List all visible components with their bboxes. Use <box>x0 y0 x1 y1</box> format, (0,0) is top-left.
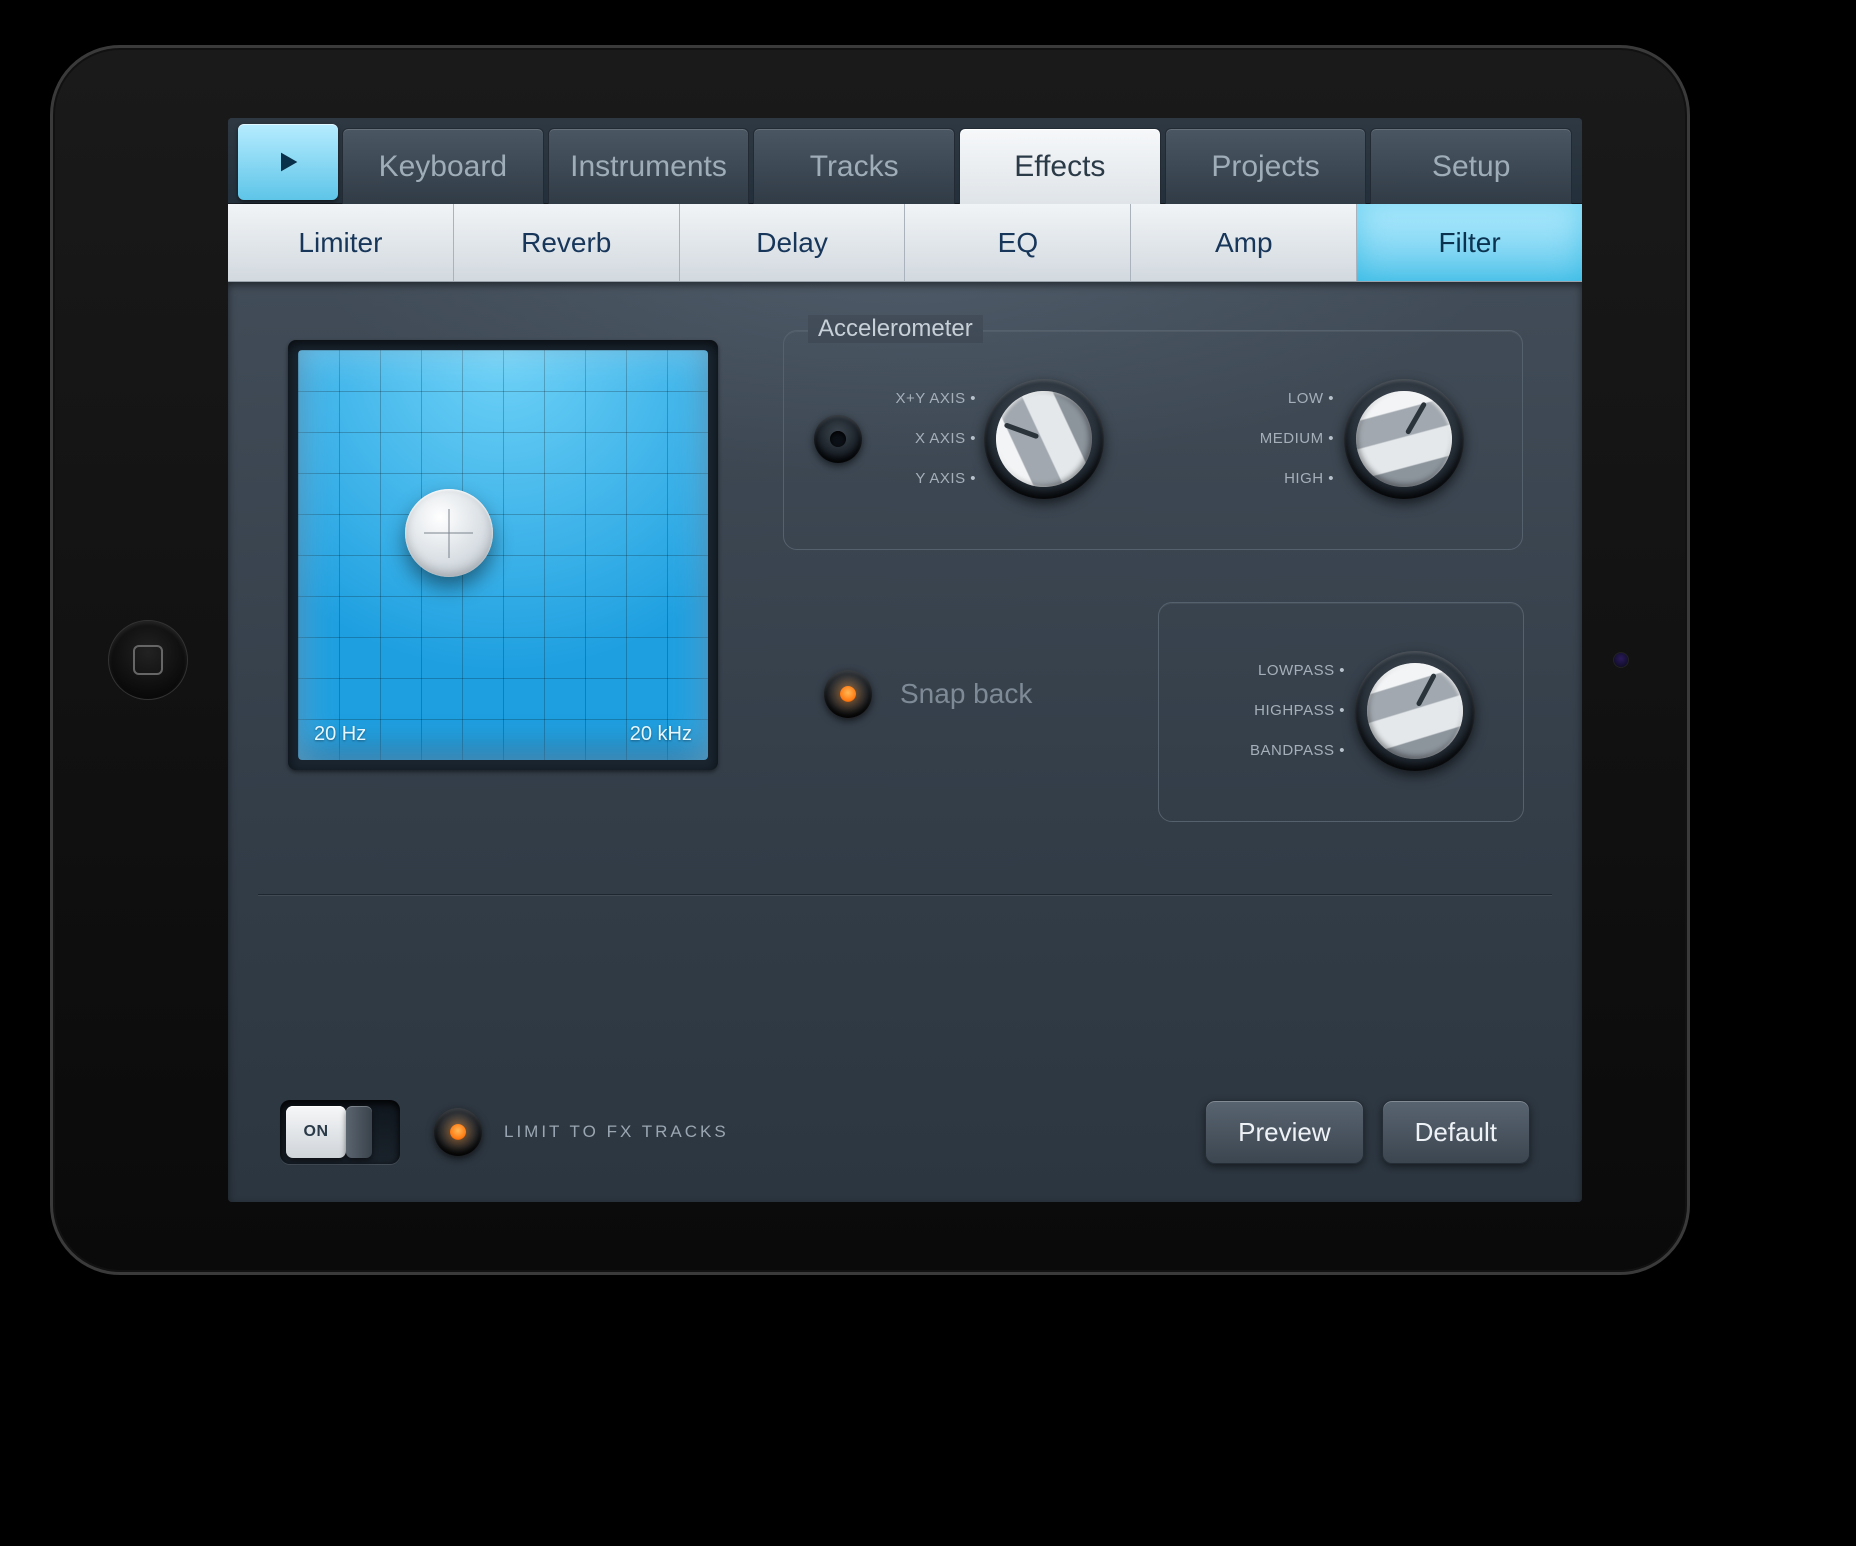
subtab-limiter[interactable]: Limiter <box>228 204 454 281</box>
xy-pad-frame: 20 Hz 20 kHz <box>288 340 718 770</box>
snap-back-toggle[interactable] <box>824 670 872 718</box>
home-button[interactable] <box>108 620 188 700</box>
limit-fx-row: LIMIT TO FX TRACKS <box>434 1108 729 1156</box>
xy-max-label: 20 kHz <box>630 723 692 746</box>
filter-type-knob[interactable] <box>1355 651 1475 771</box>
axis-knob[interactable] <box>984 379 1104 499</box>
play-button[interactable] <box>238 124 338 200</box>
effects-subnav: LimiterReverbDelayEQAmpFilter <box>228 204 1582 282</box>
accelerometer-group: Accelerometer X+Y AXIS X AXIS Y AXIS LOW… <box>783 330 1523 550</box>
tab-effects[interactable]: Effects <box>959 128 1161 204</box>
main-nav: KeyboardInstrumentsTracksEffectsProjects… <box>228 118 1582 204</box>
subtab-delay[interactable]: Delay <box>680 204 906 281</box>
subtab-reverb[interactable]: Reverb <box>454 204 680 281</box>
filter-type-group: LOWPASS HIGHPASS BANDPASS <box>1158 602 1524 822</box>
camera-icon <box>1613 652 1629 668</box>
xy-pad[interactable]: 20 Hz 20 kHz <box>298 350 708 760</box>
subtab-amp[interactable]: Amp <box>1131 204 1357 281</box>
xy-puck[interactable] <box>405 489 493 577</box>
filter-type-labels: LOWPASS HIGHPASS BANDPASS <box>1189 651 1345 771</box>
xy-min-label: 20 Hz <box>314 723 366 746</box>
preview-button[interactable]: Preview <box>1205 1100 1363 1164</box>
power-switch-handle <box>346 1106 372 1158</box>
limit-fx-label: LIMIT TO FX TRACKS <box>504 1122 729 1142</box>
play-icon <box>274 148 302 176</box>
tab-tracks[interactable]: Tracks <box>753 128 955 204</box>
tab-keyboard[interactable]: Keyboard <box>342 128 544 204</box>
axis-knob-labels: X+Y AXIS X AXIS Y AXIS <box>826 379 976 499</box>
accelerometer-title: Accelerometer <box>808 315 983 343</box>
tab-setup[interactable]: Setup <box>1370 128 1572 204</box>
power-switch-label: ON <box>286 1106 346 1158</box>
subtab-filter[interactable]: Filter <box>1357 204 1582 281</box>
tab-projects[interactable]: Projects <box>1165 128 1367 204</box>
snap-back-label: Snap back <box>900 678 1032 710</box>
snap-back-row: Snap back <box>824 670 1032 718</box>
subtab-eq[interactable]: EQ <box>905 204 1131 281</box>
limit-fx-toggle[interactable] <box>434 1108 482 1156</box>
default-button[interactable]: Default <box>1382 1100 1530 1164</box>
filter-panel: 20 Hz 20 kHz Accelerometer X+Y AXIS X AX… <box>228 282 1582 1202</box>
tab-instruments[interactable]: Instruments <box>548 128 750 204</box>
tablet-frame: KeyboardInstrumentsTracksEffectsProjects… <box>50 45 1690 1275</box>
divider <box>258 894 1552 895</box>
bottom-bar: ON LIMIT TO FX TRACKS Preview Default <box>228 1062 1582 1202</box>
power-switch[interactable]: ON <box>280 1100 400 1164</box>
sensitivity-knob-labels: LOW MEDIUM HIGH <box>1194 379 1334 499</box>
sensitivity-knob[interactable] <box>1344 379 1464 499</box>
app-screen: KeyboardInstrumentsTracksEffectsProjects… <box>228 118 1582 1202</box>
